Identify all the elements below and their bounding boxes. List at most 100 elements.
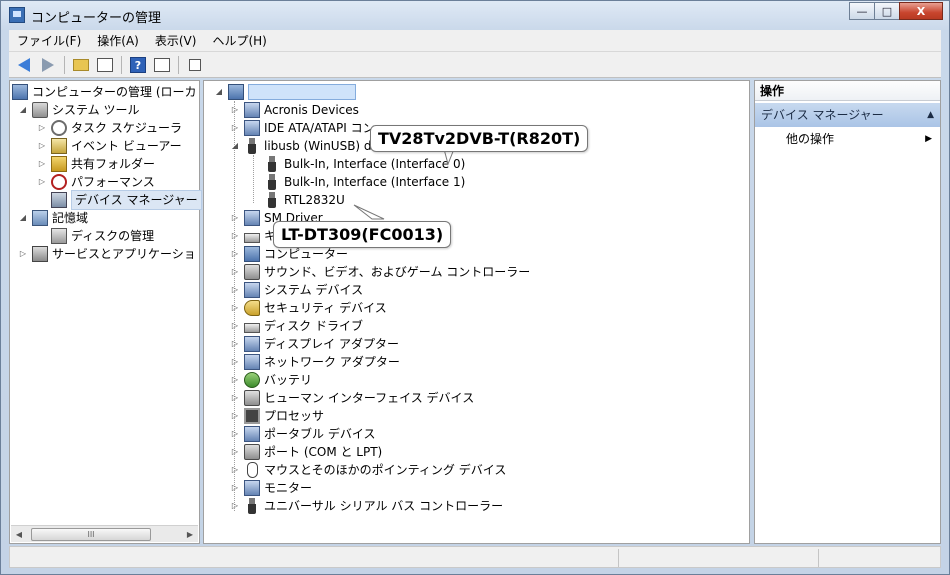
device-category[interactable]: ▷ システム デバイス: [230, 281, 363, 299]
expand-icon[interactable]: ▷: [37, 137, 47, 155]
device-item[interactable]: RTL2832U: [264, 191, 345, 209]
device-item[interactable]: Bulk-In, Interface (Interface 0): [264, 155, 465, 173]
device-category[interactable]: ▷ Acronis Devices: [230, 101, 359, 119]
menu-view[interactable]: 表示(V): [147, 30, 205, 52]
expand-icon[interactable]: ▷: [230, 389, 240, 407]
expand-icon[interactable]: ▷: [230, 263, 240, 281]
services-icon: [32, 246, 48, 262]
up-folder-button[interactable]: [70, 55, 92, 75]
expand-icon[interactable]: ▷: [18, 245, 28, 263]
back-button[interactable]: [13, 55, 35, 75]
expand-icon[interactable]: ▷: [37, 173, 47, 191]
collapse-icon[interactable]: ◢: [214, 83, 224, 101]
battery-icon: [244, 372, 260, 388]
device-category[interactable]: ▷ ディスク ドライブ: [230, 317, 363, 335]
collapse-icon[interactable]: ◢: [18, 209, 28, 227]
horizontal-scrollbar[interactable]: ◀ III ▶: [11, 525, 198, 542]
tree-item-performance[interactable]: ▷ パフォーマンス: [37, 173, 155, 191]
tree-item-task-scheduler[interactable]: ▷ タスク スケジューラ: [37, 119, 182, 137]
portable-device-icon: [244, 426, 260, 442]
device-root[interactable]: ◢: [214, 83, 356, 101]
toolbar: ?: [9, 52, 941, 78]
tree-item-event-viewer[interactable]: ▷ イベント ビューアー: [37, 137, 182, 155]
menu-file[interactable]: ファイル(F): [9, 30, 89, 52]
expand-icon[interactable]: ▷: [230, 101, 240, 119]
menu-bar: ファイル(F) 操作(A) 表示(V) ヘルプ(H): [9, 30, 941, 52]
device-category[interactable]: ▷ ユニバーサル シリアル バス コントローラー: [230, 497, 503, 515]
scan-hardware-button[interactable]: [184, 55, 206, 75]
tree-item-shared-folders[interactable]: ▷ 共有フォルダー: [37, 155, 155, 173]
expand-icon[interactable]: ▷: [230, 245, 240, 263]
device-category[interactable]: ▷ マウスとそのほかのポインティング デバイス: [230, 461, 506, 479]
device-item[interactable]: Bulk-In, Interface (Interface 1): [264, 173, 465, 191]
device-category[interactable]: ▷ サウンド、ビデオ、およびゲーム コントローラー: [230, 263, 530, 281]
title-bar: コンピューターの管理 — □ X: [1, 1, 949, 29]
collapse-icon[interactable]: ◢: [18, 101, 28, 119]
tools-icon: [32, 102, 48, 118]
device-category[interactable]: ▷ セキュリティ デバイス: [230, 299, 387, 317]
device-category[interactable]: ▷ プロセッサ: [230, 407, 324, 425]
device-category[interactable]: ▷ ネットワーク アダプター: [230, 353, 400, 371]
collapse-up-icon[interactable]: ▲: [927, 103, 934, 127]
minimize-button[interactable]: —: [849, 2, 875, 20]
device-category[interactable]: ▷ IDE ATA/ATAPI コン: [230, 119, 375, 137]
help-button[interactable]: ?: [127, 55, 149, 75]
tree-item-disk-management[interactable]: ディスクの管理: [51, 227, 154, 245]
device-category[interactable]: ▷ モニター: [230, 479, 312, 497]
tree-item-storage[interactable]: ◢ 記憶域: [18, 209, 88, 227]
device-category-label: プロセッサ: [264, 409, 325, 423]
computer-management-icon: [12, 84, 28, 100]
expand-icon[interactable]: ▷: [230, 479, 240, 497]
device-category[interactable]: ▷ ディスプレイ アダプター: [230, 335, 399, 353]
expand-icon[interactable]: ▷: [230, 443, 240, 461]
device-category[interactable]: ▷ ポータブル デバイス: [230, 425, 375, 443]
usb-device-icon: [247, 138, 257, 154]
expand-icon[interactable]: ▷: [230, 299, 240, 317]
device-category-label: バッテリ: [264, 373, 313, 387]
expand-icon[interactable]: ▷: [37, 119, 47, 137]
device-category[interactable]: ▷ ヒューマン インターフェイス デバイス: [230, 389, 474, 407]
maximize-button[interactable]: □: [874, 2, 900, 20]
device-category[interactable]: ▷ バッテリ: [230, 371, 312, 389]
device-category-label: IDE ATA/ATAPI コン: [264, 121, 375, 135]
device-category-label: ディスク ドライブ: [264, 319, 363, 333]
device-category[interactable]: ▷ ポート (COM と LPT): [230, 443, 382, 461]
scroll-left-icon[interactable]: ◀: [11, 526, 27, 542]
tree-item-root[interactable]: コンピューターの管理 (ローカ: [12, 83, 197, 101]
scroll-right-icon[interactable]: ▶: [182, 526, 198, 542]
network-adapter-icon: [244, 354, 260, 370]
expand-icon[interactable]: ▷: [230, 317, 240, 335]
expand-icon[interactable]: ▷: [230, 209, 240, 227]
collapse-icon[interactable]: ◢: [230, 137, 240, 155]
forward-button[interactable]: [37, 55, 59, 75]
close-button[interactable]: X: [899, 2, 943, 20]
toolbar-separator: [64, 55, 65, 74]
device-category[interactable]: ▷ キ: [230, 227, 276, 245]
tree-item-device-manager[interactable]: デバイス マネージャー: [51, 190, 202, 210]
expand-icon[interactable]: ▷: [230, 353, 240, 371]
expand-icon[interactable]: ▷: [230, 335, 240, 353]
expand-icon[interactable]: ▷: [37, 155, 47, 173]
menu-help[interactable]: ヘルプ(H): [204, 30, 274, 52]
tree-item-services-apps[interactable]: ▷ サービスとアプリケーショ: [18, 245, 196, 263]
tree-item-label: サービスとアプリケーショ: [52, 247, 196, 261]
actions-item-label: 他の操作: [786, 132, 835, 146]
device-category[interactable]: ◢ libusb (WinUSB) dev: [230, 137, 386, 155]
device-category-label: ネットワーク アダプター: [264, 355, 400, 369]
expand-icon[interactable]: ▷: [230, 281, 240, 299]
expand-icon[interactable]: ▷: [230, 497, 240, 515]
scan-hardware-icon: [189, 58, 201, 71]
menu-action[interactable]: 操作(A): [89, 30, 147, 52]
expand-icon[interactable]: ▷: [230, 227, 240, 245]
expand-icon[interactable]: ▷: [230, 461, 240, 479]
tree-item-system-tools[interactable]: ◢ システム ツール: [18, 101, 139, 119]
scroll-thumb[interactable]: III: [31, 527, 151, 541]
expand-icon[interactable]: ▷: [230, 407, 240, 425]
expand-icon[interactable]: ▷: [230, 425, 240, 443]
actions-section-device-manager[interactable]: デバイス マネージャー ▲: [755, 103, 940, 127]
show-hide-tree-button[interactable]: [94, 55, 116, 75]
actions-more-actions[interactable]: 他の操作 ▶: [755, 129, 940, 149]
expand-icon[interactable]: ▷: [230, 371, 240, 389]
show-action-pane-button[interactable]: [151, 55, 173, 75]
expand-icon[interactable]: ▷: [230, 119, 240, 137]
